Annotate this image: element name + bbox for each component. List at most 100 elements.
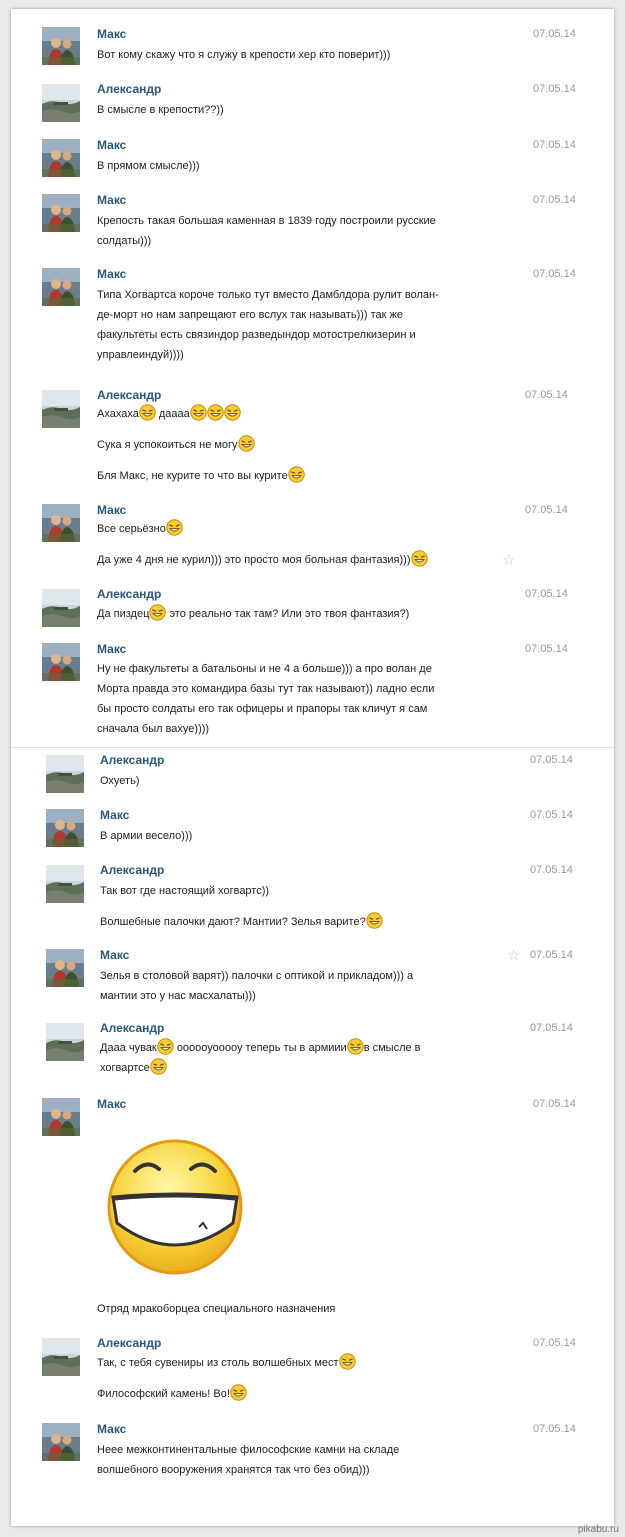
laughing-smiley-icon (189, 404, 207, 421)
sender-name[interactable]: Макс (97, 267, 126, 281)
message-text: Морта правда это командира базы тут так … (97, 683, 435, 695)
avatar-alex[interactable] (42, 1338, 80, 1376)
conversation-page: Макс 07.05.14 Вот кому скажу что я служу… (11, 9, 614, 1526)
message-text: Так, с тебя сувениры из столь волшебных … (97, 1353, 356, 1373)
sender-name[interactable]: Макс (97, 503, 126, 517)
message-date[interactable]: 07.05.14 (533, 139, 576, 151)
message-date[interactable]: 07.05.14 (525, 389, 568, 401)
message-text-part: Да уже 4 дня не курил))) это просто моя … (97, 554, 411, 566)
sender-name[interactable]: Александр (97, 587, 161, 601)
sender-name[interactable]: Макс (97, 1422, 126, 1436)
message-text: Зелья в столовой варят)) палочки с оптик… (100, 970, 414, 982)
message-date[interactable]: 07.05.14 (525, 643, 568, 655)
avatar-alex[interactable] (46, 755, 84, 793)
message-date[interactable]: 07.05.14 (530, 949, 573, 961)
message-text-part: даааа (158, 408, 190, 420)
avatar-maks[interactable] (42, 139, 80, 177)
watermark: pikabu.ru (577, 1524, 619, 1535)
message-text: В прямом смысле))) (97, 160, 200, 172)
message-text: бы просто солдаты его так офицеры и прап… (97, 703, 428, 715)
avatar-alex[interactable] (42, 589, 80, 627)
message-text-part: хогвартсе (100, 1062, 150, 1074)
star-icon[interactable]: ☆ (507, 946, 520, 964)
message-text: де-морт но нам запрещают его вслух так н… (97, 309, 403, 321)
sender-name[interactable]: Александр (97, 388, 161, 402)
message-text-part: Ахахаха (97, 408, 139, 420)
sender-name[interactable]: Макс (97, 27, 126, 41)
avatar-alex[interactable] (46, 865, 84, 903)
message-text: Бля Макс, не курите то что вы курите (97, 466, 305, 486)
avatar-maks[interactable] (42, 1098, 80, 1136)
avatar-alex[interactable] (42, 84, 80, 122)
message-date[interactable]: 07.05.14 (533, 268, 576, 280)
laughing-smiley-icon (149, 1058, 167, 1075)
message-date[interactable]: 07.05.14 (530, 754, 573, 766)
sender-name[interactable]: Макс (97, 642, 126, 656)
message-text: хогвартсе (100, 1058, 167, 1078)
avatar-maks[interactable] (42, 504, 80, 542)
sender-name[interactable]: Александр (100, 863, 164, 877)
avatar-maks[interactable] (42, 1423, 80, 1461)
sender-name[interactable]: Макс (100, 948, 129, 962)
message-text: Отряд мракоборцеа специального назначени… (97, 1303, 336, 1315)
message-text: управлеиндуй)))) (97, 349, 184, 361)
message-date[interactable]: 07.05.14 (533, 28, 576, 40)
message-date[interactable]: 07.05.14 (525, 504, 568, 516)
sender-name[interactable]: Александр (100, 1021, 164, 1035)
smile-smiley-icon (237, 435, 255, 452)
sender-name[interactable]: Макс (97, 193, 126, 207)
avatar-maks[interactable] (42, 268, 80, 306)
laughing-smiley-icon (138, 404, 156, 421)
laughing-smiley-icon (287, 466, 305, 483)
sender-name[interactable]: Макс (97, 1097, 126, 1111)
message-text-part: это реально так там? Или это твоя фантаз… (169, 608, 410, 620)
message-text-part: Философский камень! Во! (97, 1388, 230, 1400)
message-date[interactable]: 07.05.14 (530, 864, 573, 876)
smile-smiley-icon (156, 1038, 174, 1055)
message-date[interactable]: 07.05.14 (533, 1098, 576, 1110)
big-grin-smiley-sticker[interactable] (105, 1127, 245, 1287)
avatar-alex[interactable] (42, 390, 80, 428)
avatar-maks[interactable] (46, 949, 84, 987)
message-text: Типа Хогвартса короче только тут вместо … (97, 289, 439, 301)
sender-name[interactable]: Александр (97, 82, 161, 96)
smile-smiley-icon (230, 1384, 247, 1401)
message-text: Сука я успокоиться не могу (97, 435, 255, 455)
avatar-maks[interactable] (42, 194, 80, 232)
sender-name[interactable]: Александр (97, 1336, 161, 1350)
message-date[interactable]: 07.05.14 (533, 1423, 576, 1435)
message-date[interactable]: 07.05.14 (530, 809, 573, 821)
star-icon[interactable]: ☆ (502, 551, 515, 569)
message-text: сначала был вахуе)))) (97, 723, 210, 735)
message-text: Крепость такая большая каменная в 1839 г… (97, 215, 436, 227)
message-date[interactable]: 07.05.14 (533, 1337, 576, 1349)
avatar-maks[interactable] (42, 27, 80, 65)
message-text: Так вот где настоящий хогвартс)) (100, 885, 270, 897)
message-text: солдаты))) (97, 235, 152, 247)
laughing-smiley-icon (206, 404, 224, 421)
message-date[interactable]: 07.05.14 (533, 194, 576, 206)
laughing-smiley-icon (346, 1038, 364, 1055)
message-date[interactable]: 07.05.14 (533, 83, 576, 95)
avatar-alex[interactable] (46, 1023, 84, 1061)
message-text-part: Да пиздец (97, 608, 150, 620)
avatar-maks[interactable] (42, 643, 80, 681)
sender-name[interactable]: Макс (97, 138, 126, 152)
avatar-maks[interactable] (46, 809, 84, 847)
message-date[interactable]: 07.05.14 (530, 1022, 573, 1034)
message-text: мантии это у нас масхалаты))) (100, 990, 256, 1002)
laughing-smiley-icon (365, 912, 383, 929)
sender-name[interactable]: Александр (100, 753, 164, 767)
message-text: В смысле в крепости??)) (97, 104, 224, 116)
message-text: Волшебные палочки дают? Мантии? Зелья ва… (100, 912, 383, 932)
message-date[interactable]: 07.05.14 (525, 588, 568, 600)
message-text: Дааа чувак оооооуооооу теперь ты в армии… (100, 1038, 421, 1058)
message-text: Ахахаха даааа (97, 404, 241, 424)
sender-name[interactable]: Макс (100, 808, 129, 822)
message-text-part: Все серьёзно (97, 523, 166, 535)
message-text: Вот кому скажу что я служу в крепости хе… (97, 49, 391, 61)
message-text-part: Так, с тебя сувениры из столь волшебных … (97, 1357, 339, 1369)
message-text-part: Дааа чувак (100, 1042, 157, 1054)
laughing-smiley-icon (223, 404, 241, 421)
divider (11, 747, 614, 748)
